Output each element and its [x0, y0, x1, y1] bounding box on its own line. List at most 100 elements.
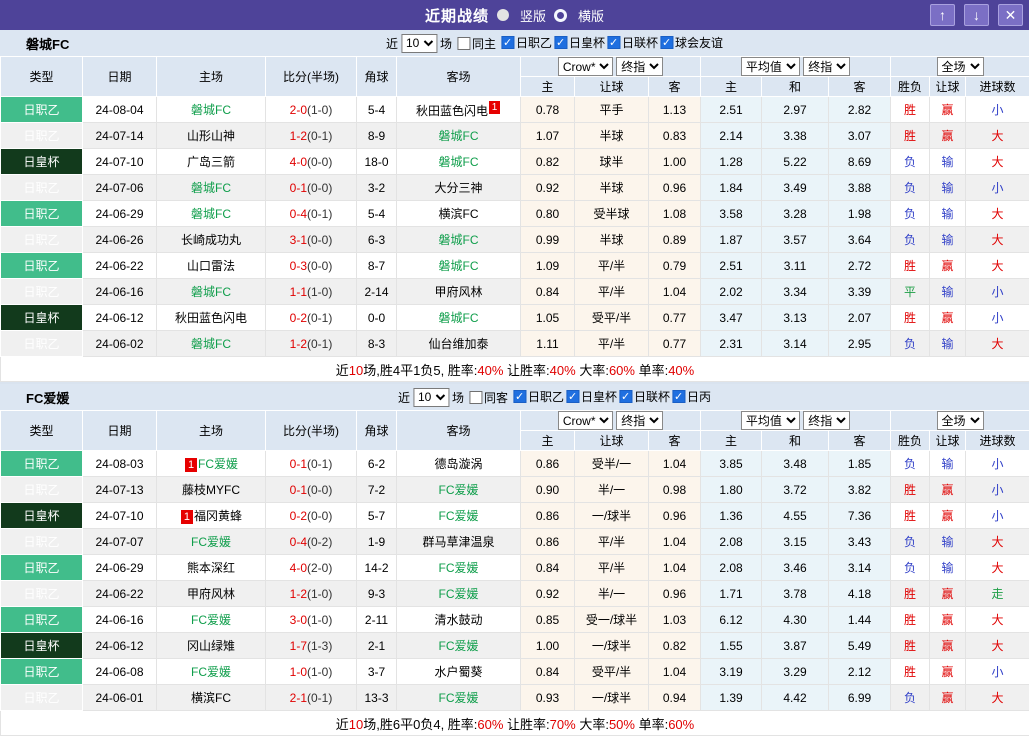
score-cell: 3-0(1-0): [266, 607, 357, 633]
near-label: 近: [386, 35, 398, 52]
same-venue-checkbox-unchecked[interactable]: [457, 37, 470, 50]
league-checkbox-checked[interactable]: [607, 36, 620, 49]
league-checkbox-checked[interactable]: [501, 36, 514, 49]
same-venue-checkbox-unchecked[interactable]: [469, 391, 482, 404]
home-team-cell: 横滨FC: [157, 685, 266, 711]
league-checkbox-checked[interactable]: [619, 390, 632, 403]
result-winlose: 负: [891, 331, 930, 357]
league-filter-item[interactable]: 日皇杯: [554, 34, 605, 51]
layout-vertical-radio[interactable]: [497, 9, 509, 21]
avg-away-odds: 7.36: [829, 503, 891, 529]
handicap-away-odds: 1.00: [649, 149, 701, 175]
header-fulltime-group: 全场: [891, 411, 1029, 431]
half-time-score: (0-1): [307, 207, 332, 221]
full-time-score: 0-1: [290, 483, 307, 497]
handicap-home-odds: 0.92: [521, 175, 575, 201]
same-venue-filter[interactable]: 同客: [469, 389, 508, 406]
avg-draw-odds: 3.14: [762, 331, 829, 357]
home-team-cell: 长崎成功丸: [157, 227, 266, 253]
down-arrow-icon: ↓: [973, 7, 980, 23]
full-time-score: 2-1: [290, 691, 307, 705]
match-row: 日职乙 24-06-29 磐城FC 0-4(0-1) 5-4 横滨FC 0.80…: [1, 201, 1029, 227]
away-team-name: FC爱媛: [439, 691, 479, 705]
avg-home-odds: 3.85: [701, 451, 762, 477]
avg-draw-odds: 3.38: [762, 123, 829, 149]
corner-count: 5-4: [357, 201, 397, 227]
close-button[interactable]: ✕: [998, 4, 1023, 26]
handicap-away-odds: 1.13: [649, 97, 701, 123]
league-filter-item[interactable]: 日职乙: [513, 388, 564, 405]
away-team-name: FC爱媛: [439, 561, 479, 575]
league-filter-item[interactable]: 日丙: [672, 388, 711, 405]
handicap-line: 一/球半: [575, 685, 649, 711]
bookmaker-select[interactable]: Crow*: [558, 57, 613, 76]
league-filter-item[interactable]: 日皇杯: [566, 388, 617, 405]
same-venue-filter[interactable]: 同主: [457, 35, 496, 52]
result-winlose: 平: [891, 279, 930, 305]
avg-home-odds: 1.84: [701, 175, 762, 201]
home-team-cell: FC爱媛: [157, 607, 266, 633]
home-team-cell: 1FC爱媛: [157, 451, 266, 477]
corner-count: 5-7: [357, 503, 397, 529]
result-goals: 大: [966, 201, 1029, 227]
result-goals: 大: [966, 253, 1029, 279]
league-checkbox-checked[interactable]: [513, 390, 526, 403]
league-filter-item[interactable]: 球会友谊: [660, 34, 723, 51]
final-odds-select-2[interactable]: 终指: [803, 57, 850, 76]
avg-draw-odds: 4.55: [762, 503, 829, 529]
handicap-home-odds: 1.05: [521, 305, 575, 331]
match-date: 24-06-29: [83, 201, 157, 227]
final-odds-select-2[interactable]: 终指: [803, 411, 850, 430]
home-team-name: 秋田蓝色闪电: [175, 311, 247, 325]
league-filter-item[interactable]: 日职乙: [501, 34, 552, 51]
match-date: 24-06-16: [83, 279, 157, 305]
league-checkbox-checked[interactable]: [554, 36, 567, 49]
layout-horizontal-radio[interactable]: [554, 9, 567, 22]
league-filter-item[interactable]: 日联杯: [607, 34, 658, 51]
home-team-name: 横滨FC: [191, 691, 231, 705]
average-select[interactable]: 平均值: [741, 57, 800, 76]
handicap-away-odds: 1.04: [649, 529, 701, 555]
header-average-group: 平均值 终指: [701, 57, 891, 77]
result-handicap: 输: [930, 529, 966, 555]
result-winlose: 胜: [891, 123, 930, 149]
result-winlose: 胜: [891, 633, 930, 659]
layout-horizontal-label[interactable]: 横版: [578, 6, 604, 25]
scroll-up-button[interactable]: ↑: [930, 4, 955, 26]
full-time-score: 0-1: [290, 181, 307, 195]
filter-controls: 近 10 场 同客 日职乙 日皇杯 日联杯 日丙: [398, 388, 711, 407]
bookmaker-select[interactable]: Crow*: [558, 411, 613, 430]
layout-vertical-label[interactable]: 竖版: [520, 6, 546, 25]
league-checkbox-checked[interactable]: [660, 36, 673, 49]
recent-count-select[interactable]: 10: [401, 34, 437, 53]
average-select[interactable]: 平均值: [741, 411, 800, 430]
away-team-cell: FC爱媛: [397, 685, 521, 711]
final-odds-select[interactable]: 终指: [616, 57, 663, 76]
half-time-score: (1-0): [307, 587, 332, 601]
result-winlose: 胜: [891, 97, 930, 123]
match-row: 日职乙 24-06-29 熊本深红 4-0(2-0) 14-2 FC爱媛 0.8…: [1, 555, 1029, 581]
home-team-name: 甲府风林: [187, 587, 235, 601]
avg-home-odds: 2.14: [701, 123, 762, 149]
recent-count-select[interactable]: 10: [413, 388, 449, 407]
full-match-select[interactable]: 全场: [937, 57, 984, 76]
full-match-select[interactable]: 全场: [937, 411, 984, 430]
header-away: 客场: [397, 411, 521, 451]
scroll-down-button[interactable]: ↓: [964, 4, 989, 26]
corner-count: 18-0: [357, 149, 397, 175]
league-checkbox-checked[interactable]: [672, 390, 685, 403]
result-handicap: 赢: [930, 477, 966, 503]
match-date: 24-06-22: [83, 253, 157, 279]
corner-count: 8-9: [357, 123, 397, 149]
avg-draw-odds: 3.78: [762, 581, 829, 607]
league-checkbox-checked[interactable]: [566, 390, 579, 403]
avg-home-odds: 3.19: [701, 659, 762, 685]
league-filter-item[interactable]: 日联杯: [619, 388, 670, 405]
avg-home-odds: 1.55: [701, 633, 762, 659]
score-cell: 0-1(0-1): [266, 451, 357, 477]
handicap-home-odds: 0.82: [521, 149, 575, 175]
corner-count: 6-3: [357, 227, 397, 253]
score-cell: 1-7(1-3): [266, 633, 357, 659]
score-cell: 1-1(1-0): [266, 279, 357, 305]
final-odds-select[interactable]: 终指: [616, 411, 663, 430]
